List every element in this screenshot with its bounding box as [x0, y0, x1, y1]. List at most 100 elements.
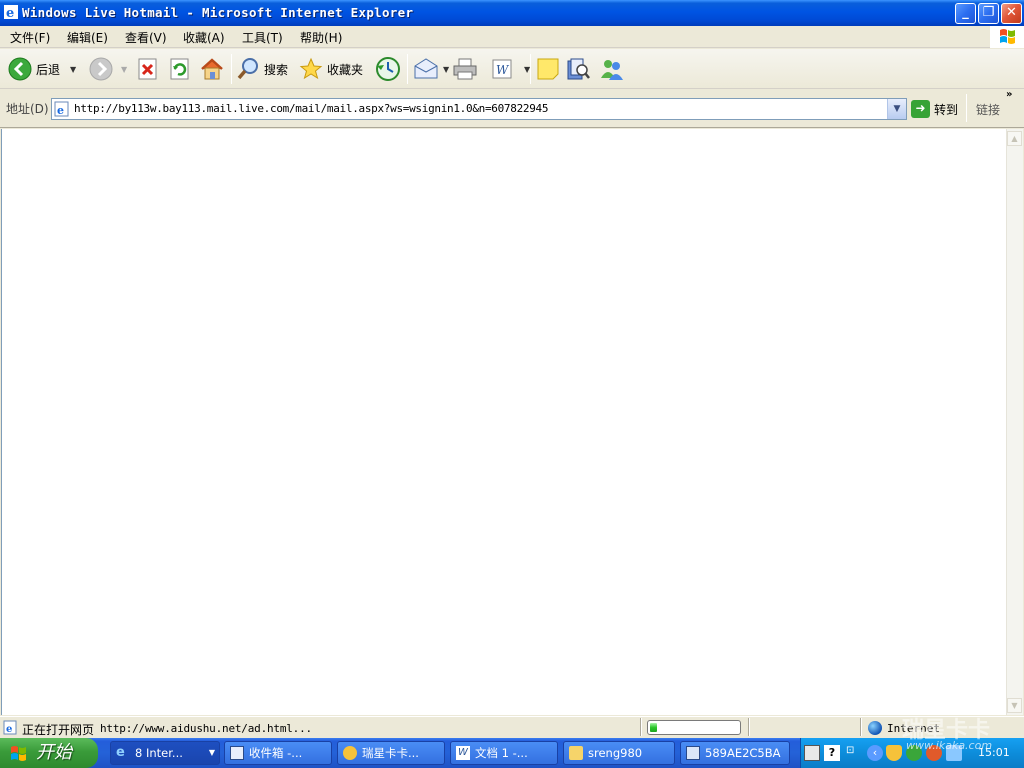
messenger-icon — [601, 60, 623, 80]
go-arrow-icon[interactable]: ➜ — [911, 100, 930, 118]
research-button[interactable] — [566, 55, 590, 83]
menu-view[interactable]: 查看(V) — [125, 29, 167, 46]
taskbar-item-inbox[interactable]: 收件箱 -... — [224, 741, 332, 765]
page-icon: e — [54, 101, 69, 117]
windows-flag-icon — [11, 746, 26, 761]
status-url: http://www.aidushu.net/ad.html... — [100, 722, 312, 735]
close-button[interactable]: ✕ — [1001, 3, 1022, 24]
svg-text:e: e — [6, 6, 14, 20]
taskbar-item-registry[interactable]: 589AE2C5BA — [680, 741, 790, 765]
taskbar-item-label: 8 Inter... — [135, 746, 183, 760]
menu-tools[interactable]: 工具(T) — [242, 29, 283, 46]
edit-button[interactable]: W ▼ — [490, 55, 530, 83]
forward-button[interactable]: ▼ — [89, 55, 127, 83]
address-url[interactable]: http://by113w.bay113.mail.live.com/mail/… — [74, 102, 549, 115]
scroll-up-icon[interactable]: ▲ — [1007, 131, 1022, 146]
search-label: 搜索 — [264, 62, 289, 77]
status-divider — [748, 718, 750, 736]
taskbar-item-ie-group[interactable]: e 8 Inter... ▼ — [110, 741, 220, 765]
help-icon[interactable]: ? — [824, 745, 840, 761]
shield-icon — [343, 746, 357, 760]
loading-page-icon: e — [3, 720, 17, 735]
windows-logo-icon — [990, 26, 1024, 48]
svg-text:e: e — [57, 104, 64, 117]
messenger-button[interactable] — [598, 55, 626, 83]
progress-bar — [647, 720, 741, 735]
taskbar-item-label: sreng980 — [588, 746, 643, 760]
back-label: 后退 — [36, 62, 61, 77]
menu-favorites[interactable]: 收藏(A) — [183, 29, 225, 46]
taskbar-item-rising[interactable]: 瑞星卡卡... — [337, 741, 445, 765]
history-button[interactable] — [375, 55, 401, 83]
status-divider — [640, 718, 642, 736]
back-arrow-icon — [8, 57, 32, 81]
scroll-down-icon[interactable]: ▼ — [1007, 698, 1022, 713]
home-button[interactable] — [199, 55, 225, 83]
forward-dropdown-icon[interactable]: ▼ — [121, 65, 127, 74]
status-divider — [860, 718, 862, 736]
window-title: Windows Live Hotmail - Microsoft Interne… — [22, 5, 414, 20]
folder-icon — [569, 746, 583, 760]
toolbar-separator — [530, 54, 531, 84]
back-button[interactable]: 后退 ▼ — [8, 55, 76, 83]
stop-button[interactable] — [137, 55, 159, 83]
restore-icon[interactable]: ⊡ — [846, 745, 862, 761]
print-button[interactable] — [452, 55, 478, 83]
address-label: 地址(D) — [6, 102, 49, 116]
vertical-scrollbar[interactable] — [1006, 129, 1023, 715]
page-content[interactable] — [1, 129, 1006, 715]
menu-file[interactable]: 文件(F) — [10, 29, 50, 46]
stop-icon — [138, 58, 157, 80]
word-icon: W — [492, 59, 512, 79]
mail-dropdown-icon[interactable]: ▼ — [443, 65, 449, 74]
favorites-label: 收藏夹 — [327, 62, 364, 77]
toolbar-separator — [407, 54, 408, 84]
shield-icon[interactable] — [886, 745, 902, 761]
watermark-url: www.ikaka.com — [906, 739, 993, 752]
svg-text:W: W — [496, 63, 510, 77]
go-button[interactable]: 转到 — [934, 101, 958, 118]
history-icon — [376, 57, 400, 81]
registry-icon — [686, 746, 700, 760]
menu-help[interactable]: 帮助(H) — [300, 29, 342, 46]
svg-text:e: e — [6, 724, 12, 735]
taskbar-item-label: 收件箱 -... — [249, 746, 303, 760]
home-icon — [201, 58, 223, 80]
ie-icon: e — [116, 745, 125, 760]
word-icon: W — [456, 746, 470, 760]
research-icon — [567, 58, 590, 80]
forward-arrow-icon — [89, 57, 113, 81]
mail-icon — [230, 746, 244, 760]
menu-edit[interactable]: 编辑(E) — [67, 29, 108, 46]
minimize-button[interactable]: _ — [955, 3, 976, 24]
links-separator — [966, 94, 967, 122]
back-dropdown-icon[interactable]: ▼ — [70, 65, 76, 74]
taskbar-item-folder[interactable]: sreng980 — [563, 741, 675, 765]
taskbar-item-label: 589AE2C5BA — [705, 746, 781, 760]
restore-button[interactable]: ❐ — [978, 3, 999, 24]
progress-fill — [650, 723, 658, 732]
security-zone: Internet — [887, 722, 940, 735]
chevron-right-icon[interactable]: » — [1006, 89, 1012, 100]
taskbar-item-label: 瑞星卡卡... — [362, 746, 419, 760]
refresh-button[interactable] — [169, 55, 191, 83]
chevron-left-icon[interactable]: ‹ — [867, 745, 883, 761]
taskbar-item-document[interactable]: W 文档 1 -... — [450, 741, 558, 765]
status-message: 正在打开网页 — [22, 723, 95, 737]
chevron-down-icon: ▼ — [208, 748, 215, 757]
sticky-note-icon — [537, 58, 559, 80]
note-button[interactable] — [536, 55, 560, 83]
star-icon — [299, 57, 323, 80]
keyboard-icon[interactable] — [804, 745, 820, 761]
address-dropdown-icon[interactable]: ▼ — [887, 99, 906, 119]
taskbar-item-label: 文档 1 -... — [475, 746, 528, 760]
globe-icon — [868, 721, 882, 735]
favorites-button[interactable]: 收藏夹 — [299, 55, 363, 83]
search-button[interactable]: 搜索 — [236, 55, 288, 83]
ie-icon: e — [4, 5, 18, 20]
search-icon — [237, 58, 258, 80]
mail-button[interactable]: ▼ — [413, 55, 449, 83]
links-button[interactable]: 链接 — [976, 101, 1000, 118]
printer-icon — [453, 58, 477, 80]
refresh-icon — [170, 58, 189, 80]
